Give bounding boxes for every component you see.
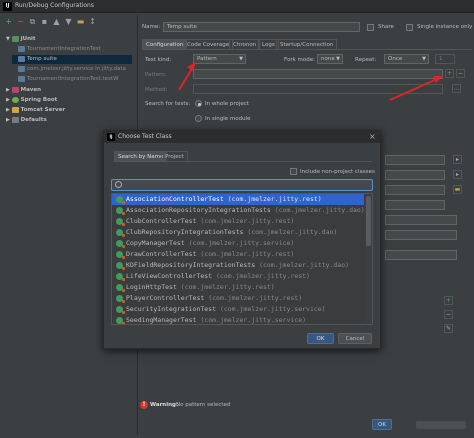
include-non-project-label: Include non-project classes xyxy=(300,169,375,175)
dialog-title: Choose Test Class xyxy=(118,133,172,140)
list-item[interactable]: SecurityIntegrationTest (com.jmelzer.jit… xyxy=(112,304,364,315)
test-class-icon xyxy=(116,228,125,237)
dialog-tabs: Search by Name Project xyxy=(114,151,372,162)
list-item[interactable]: CopyManagerTest (com.jmelzer.jitty.servi… xyxy=(112,238,364,249)
list-item[interactable]: ClubControllerTest (com.jmelzer.jitty.re… xyxy=(112,216,364,227)
test-class-icon xyxy=(116,239,125,248)
test-class-icon xyxy=(116,272,125,281)
arrowhead-right xyxy=(433,76,443,83)
dialog-logo-icon: IJ xyxy=(107,133,115,141)
list-item[interactable]: AssociationControllerTest (com.jmelzer.j… xyxy=(112,194,364,205)
tab-project[interactable]: Project xyxy=(161,151,188,161)
include-non-project-checkbox[interactable] xyxy=(290,168,297,175)
scrollbar-thumb[interactable] xyxy=(366,196,371,246)
test-class-icon xyxy=(116,316,125,324)
list-item[interactable]: LifeViewControllerTest (com.jmelzer.jitt… xyxy=(112,271,364,282)
annotation-arrow-left xyxy=(178,66,194,91)
list-item[interactable]: PlayerControllerTest (com.jmelzer.jitty.… xyxy=(112,293,364,304)
tab-search-by-name[interactable]: Search by Name xyxy=(114,151,168,161)
test-class-icon xyxy=(116,217,125,226)
list-item[interactable]: KOFieldRepositoryIntegrationTests (com.j… xyxy=(112,260,364,271)
list-item[interactable]: SeedingManagerTest (com.jmelzer.jitty.se… xyxy=(112,315,364,324)
test-class-icon xyxy=(116,195,125,204)
search-icon xyxy=(115,181,122,188)
list-item[interactable]: AssociationRepositoryIntegrationTests (c… xyxy=(112,205,364,216)
dialog-cancel-button[interactable]: Cancel xyxy=(338,333,372,344)
annotation-arrow-right xyxy=(389,78,438,101)
class-search-input[interactable] xyxy=(111,179,373,191)
test-class-icon xyxy=(116,250,125,259)
list-item[interactable]: LoginHttpTest (com.jmelzer.jitty.rest) xyxy=(112,282,364,293)
test-class-icon xyxy=(116,294,125,303)
dialog-ok-button[interactable]: OK xyxy=(307,333,334,344)
test-class-icon xyxy=(116,206,125,215)
list-item[interactable]: DrawControllerTest (com.jmelzer.jitty.re… xyxy=(112,249,364,260)
scrollbar[interactable] xyxy=(365,194,372,324)
test-class-icon xyxy=(116,283,125,292)
choose-test-class-dialog: IJ Choose Test Class × Search by Name Pr… xyxy=(103,130,381,349)
class-list: AssociationControllerTest (com.jmelzer.j… xyxy=(111,193,373,325)
test-class-icon xyxy=(116,261,125,270)
close-icon[interactable]: × xyxy=(369,132,376,141)
test-class-icon xyxy=(116,305,125,314)
arrowhead-left xyxy=(187,62,196,71)
dialog-title-bar: IJ Choose Test Class × xyxy=(104,131,380,143)
list-item[interactable]: ClubRepositoryIntegrationTests (com.jmel… xyxy=(112,227,364,238)
